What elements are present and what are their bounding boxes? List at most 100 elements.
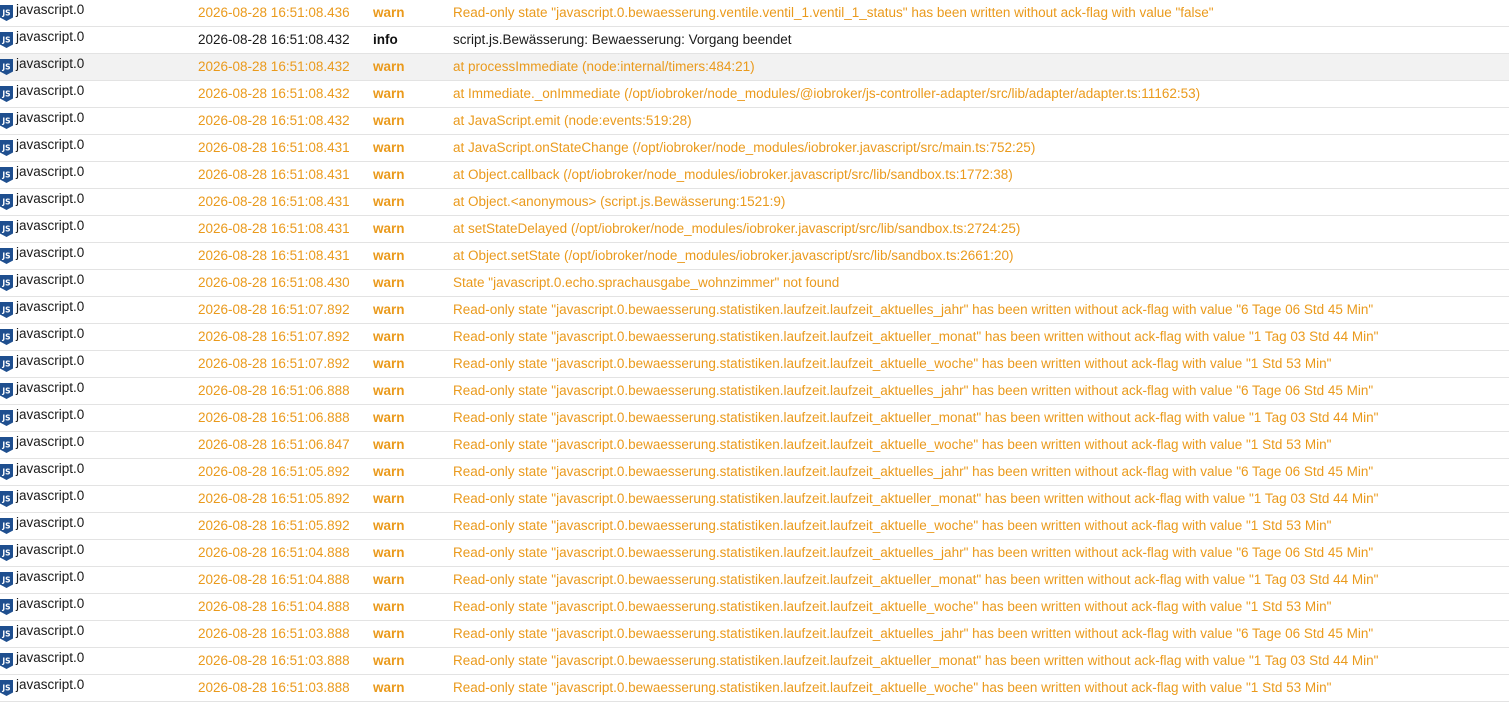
javascript-adapter-icon: JS	[0, 162, 13, 188]
log-source: javascript.0	[16, 326, 85, 341]
svg-text:JS: JS	[1, 144, 10, 153]
log-row[interactable]: JS javascript.0 2026-08-28 16:51:04.888 …	[0, 567, 1509, 594]
log-level: warn	[373, 140, 405, 155]
log-timestamp: 2026-08-28 16:51:08.432	[198, 59, 350, 74]
log-row[interactable]: JS javascript.0 2026-08-28 16:51:05.892 …	[0, 486, 1509, 513]
javascript-adapter-icon: JS	[0, 432, 13, 458]
log-level: warn	[373, 680, 405, 695]
svg-text:JS: JS	[1, 657, 10, 666]
log-row[interactable]: JS javascript.0 2026-08-28 16:51:07.892 …	[0, 351, 1509, 378]
log-row[interactable]: JS javascript.0 2026-08-28 16:51:08.431 …	[0, 243, 1509, 270]
log-row[interactable]: JS javascript.0 2026-08-28 16:51:08.431 …	[0, 162, 1509, 189]
log-message: Read-only state "javascript.0.bewaesseru…	[453, 329, 1379, 344]
log-message: at setStateDelayed (/opt/iobroker/node_m…	[453, 221, 1021, 236]
javascript-adapter-icon: JS	[0, 621, 13, 647]
log-row[interactable]: JS javascript.0 2026-08-28 16:51:05.892 …	[0, 513, 1509, 540]
log-row[interactable]: JS javascript.0 2026-08-28 16:51:06.888 …	[0, 378, 1509, 405]
log-source: javascript.0	[16, 299, 85, 314]
javascript-adapter-icon: JS	[0, 189, 13, 215]
javascript-adapter-icon: JS	[0, 27, 13, 53]
svg-text:JS: JS	[1, 171, 10, 180]
svg-text:JS: JS	[1, 360, 10, 369]
log-row[interactable]: JS javascript.0 2026-08-28 16:51:06.847 …	[0, 432, 1509, 459]
javascript-adapter-icon: JS	[0, 405, 13, 431]
log-message: Read-only state "javascript.0.bewaesseru…	[453, 626, 1374, 641]
log-timestamp: 2026-08-28 16:51:08.431	[198, 248, 350, 263]
log-timestamp: 2026-08-28 16:51:06.847	[198, 437, 350, 452]
log-timestamp: 2026-08-28 16:51:08.431	[198, 140, 350, 155]
log-timestamp: 2026-08-28 16:51:05.892	[198, 518, 350, 533]
svg-text:JS: JS	[1, 603, 10, 612]
svg-text:JS: JS	[1, 279, 10, 288]
log-level: warn	[373, 275, 405, 290]
svg-text:JS: JS	[1, 252, 10, 261]
log-timestamp: 2026-08-28 16:51:08.430	[198, 275, 350, 290]
log-source: javascript.0	[16, 650, 85, 665]
svg-text:JS: JS	[1, 684, 10, 693]
log-source: javascript.0	[16, 623, 85, 638]
log-row[interactable]: JS javascript.0 2026-08-28 16:51:08.436 …	[0, 0, 1509, 27]
svg-text:JS: JS	[1, 522, 10, 531]
svg-text:JS: JS	[1, 468, 10, 477]
log-level: warn	[373, 329, 405, 344]
log-row[interactable]: JS javascript.0 2026-08-28 16:51:06.888 …	[0, 405, 1509, 432]
log-row[interactable]: JS javascript.0 2026-08-28 16:51:08.431 …	[0, 216, 1509, 243]
log-row[interactable]: JS javascript.0 2026-08-28 16:51:04.888 …	[0, 594, 1509, 621]
svg-text:JS: JS	[1, 333, 10, 342]
log-level: warn	[373, 491, 405, 506]
log-message: at processImmediate (node:internal/timer…	[453, 59, 755, 74]
log-level: warn	[373, 194, 405, 209]
log-level: warn	[373, 302, 405, 317]
log-row[interactable]: JS javascript.0 2026-08-28 16:51:03.888 …	[0, 648, 1509, 675]
log-level: warn	[373, 248, 405, 263]
log-timestamp: 2026-08-28 16:51:08.431	[198, 167, 350, 182]
log-message: Read-only state "javascript.0.bewaesseru…	[453, 302, 1374, 317]
log-row[interactable]: JS javascript.0 2026-08-28 16:51:05.892 …	[0, 459, 1509, 486]
log-source: javascript.0	[16, 407, 85, 422]
log-timestamp: 2026-08-28 16:51:08.431	[198, 194, 350, 209]
log-row[interactable]: JS javascript.0 2026-08-28 16:51:08.430 …	[0, 270, 1509, 297]
javascript-adapter-icon: JS	[0, 270, 13, 296]
log-message: Read-only state "javascript.0.bewaesseru…	[453, 356, 1332, 371]
log-source: javascript.0	[16, 245, 85, 260]
log-timestamp: 2026-08-28 16:51:08.432	[198, 113, 350, 128]
log-timestamp: 2026-08-28 16:51:03.888	[198, 653, 350, 668]
log-row[interactable]: JS javascript.0 2026-08-28 16:51:03.888 …	[0, 621, 1509, 648]
svg-text:JS: JS	[1, 90, 10, 99]
log-row[interactable]: JS javascript.0 2026-08-28 16:51:07.892 …	[0, 324, 1509, 351]
javascript-adapter-icon: JS	[0, 378, 13, 404]
log-level: warn	[373, 86, 405, 101]
log-source: javascript.0	[16, 110, 85, 125]
javascript-adapter-icon: JS	[0, 594, 13, 620]
log-message: Read-only state "javascript.0.bewaesseru…	[453, 680, 1332, 695]
log-message: Read-only state "javascript.0.bewaesseru…	[453, 545, 1374, 560]
javascript-adapter-icon: JS	[0, 81, 13, 107]
svg-text:JS: JS	[1, 117, 10, 126]
log-row[interactable]: JS javascript.0 2026-08-28 16:51:08.432 …	[0, 27, 1509, 54]
log-row[interactable]: JS javascript.0 2026-08-28 16:51:07.892 …	[0, 297, 1509, 324]
log-row[interactable]: JS javascript.0 2026-08-28 16:51:08.432 …	[0, 81, 1509, 108]
log-timestamp: 2026-08-28 16:51:03.888	[198, 626, 350, 641]
log-message: Read-only state "javascript.0.bewaesseru…	[453, 572, 1379, 587]
log-row[interactable]: JS javascript.0 2026-08-28 16:51:08.432 …	[0, 108, 1509, 135]
log-timestamp: 2026-08-28 16:51:06.888	[198, 383, 350, 398]
log-level: warn	[373, 59, 405, 74]
log-row[interactable]: JS javascript.0 2026-08-28 16:51:04.888 …	[0, 540, 1509, 567]
log-timestamp: 2026-08-28 16:51:07.892	[198, 302, 350, 317]
log-level: warn	[373, 356, 405, 371]
log-message: at Object.setState (/opt/iobroker/node_m…	[453, 248, 1014, 263]
log-row[interactable]: JS javascript.0 2026-08-28 16:51:08.432 …	[0, 54, 1509, 81]
svg-text:JS: JS	[1, 495, 10, 504]
log-message: Read-only state "javascript.0.bewaesseru…	[453, 491, 1379, 506]
log-row[interactable]: JS javascript.0 2026-08-28 16:51:03.888 …	[0, 675, 1509, 702]
log-row[interactable]: JS javascript.0 2026-08-28 16:51:08.431 …	[0, 189, 1509, 216]
log-row[interactable]: JS javascript.0 2026-08-28 16:51:08.431 …	[0, 135, 1509, 162]
javascript-adapter-icon: JS	[0, 513, 13, 539]
svg-text:JS: JS	[1, 306, 10, 315]
log-source: javascript.0	[16, 83, 85, 98]
log-message: at Object.<anonymous> (script.js.Bewässe…	[453, 194, 786, 209]
log-message: Read-only state "javascript.0.bewaesseru…	[453, 437, 1332, 452]
log-timestamp: 2026-08-28 16:51:04.888	[198, 599, 350, 614]
log-timestamp: 2026-08-28 16:51:07.892	[198, 356, 350, 371]
svg-text:JS: JS	[1, 225, 10, 234]
